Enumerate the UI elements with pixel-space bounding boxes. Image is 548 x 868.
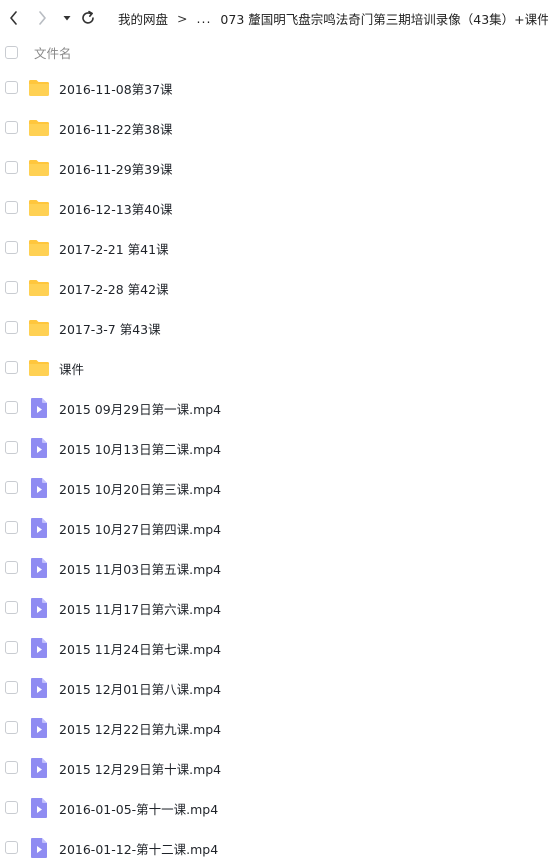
file-row[interactable]: 2016-11-29第39课 (0, 148, 548, 188)
video-file-icon (28, 597, 50, 619)
file-name[interactable]: 2016-11-22第38课 (59, 119, 173, 138)
file-row[interactable]: 2015 12月29日第十课.mp4 (0, 748, 548, 788)
row-checkbox[interactable] (5, 561, 18, 574)
row-checkbox[interactable] (5, 801, 18, 814)
file-row[interactable]: 2017-3-7 第43课 (0, 308, 548, 348)
folder-icon (28, 277, 50, 299)
name-column-header[interactable]: 文件名 (34, 43, 72, 62)
file-row[interactable]: 2017-2-21 第41课 (0, 228, 548, 268)
file-row[interactable]: 2017-2-28 第42课 (0, 268, 548, 308)
row-checkbox[interactable] (5, 681, 18, 694)
folder-icon (28, 77, 50, 99)
file-name[interactable]: 2016-01-05-第十一课.mp4 (59, 799, 218, 818)
row-checkbox[interactable] (5, 721, 18, 734)
chevron-right-icon (39, 11, 46, 25)
refresh-button[interactable] (78, 8, 98, 28)
breadcrumb-current[interactable]: 073 釐国明飞盘宗鸣法奇门第三期培训录像（43集）+课件 (220, 9, 548, 28)
file-name[interactable]: 2017-3-7 第43课 (59, 319, 161, 338)
file-name[interactable]: 2015 12月01日第八课.mp4 (59, 679, 221, 698)
back-button[interactable] (4, 8, 24, 28)
row-checkbox[interactable] (5, 401, 18, 414)
row-checkbox[interactable] (5, 521, 18, 534)
video-file-icon (28, 397, 50, 419)
chevron-left-icon (10, 11, 17, 25)
video-file-icon (28, 517, 50, 539)
file-row[interactable]: 2015 09月29日第一课.mp4 (0, 388, 548, 428)
file-name[interactable]: 2015 09月29日第一课.mp4 (59, 399, 221, 418)
file-name[interactable]: 2016-11-29第39课 (59, 159, 173, 178)
folder-icon (28, 117, 50, 139)
row-checkbox[interactable] (5, 321, 18, 334)
video-file-icon (28, 717, 50, 739)
file-name[interactable]: 课件 (59, 359, 84, 378)
file-name[interactable]: 2016-12-13第40课 (59, 199, 173, 218)
file-row[interactable]: 2015 10月13日第二课.mp4 (0, 428, 548, 468)
breadcrumb-separator: > (177, 10, 188, 26)
file-row[interactable]: 2015 11月17日第六课.mp4 (0, 588, 548, 628)
file-row[interactable]: 2015 11月24日第七课.mp4 (0, 628, 548, 668)
file-row[interactable]: 2016-01-05-第十一课.mp4 (0, 788, 548, 828)
video-file-icon (28, 757, 50, 779)
file-row[interactable]: 2015 12月22日第九课.mp4 (0, 708, 548, 748)
file-name[interactable]: 2015 11月03日第五课.mp4 (59, 559, 221, 578)
file-row[interactable]: 2016-01-12-第十二课.mp4 (0, 828, 548, 868)
video-file-icon (28, 477, 50, 499)
file-name[interactable]: 2015 12月29日第十课.mp4 (59, 759, 221, 778)
file-name[interactable]: 2015 10月20日第三课.mp4 (59, 479, 221, 498)
video-file-icon (28, 637, 50, 659)
row-checkbox[interactable] (5, 481, 18, 494)
caret-down-icon (63, 16, 71, 21)
row-checkbox[interactable] (5, 281, 18, 294)
file-name[interactable]: 2017-2-28 第42课 (59, 279, 169, 298)
file-name[interactable]: 2015 11月17日第六课.mp4 (59, 599, 221, 618)
folder-icon (28, 197, 50, 219)
file-name[interactable]: 2017-2-21 第41课 (59, 239, 169, 258)
folder-icon (28, 237, 50, 259)
breadcrumb-ellipsis[interactable]: ... (197, 11, 212, 26)
file-name[interactable]: 2015 10月27日第四课.mp4 (59, 519, 221, 538)
breadcrumb-root[interactable]: 我的网盘 (118, 9, 168, 28)
forward-button[interactable] (32, 8, 52, 28)
folder-icon (28, 317, 50, 339)
toolbar: 我的网盘 > ... 073 釐国明飞盘宗鸣法奇门第三期培训录像（43集）+课件… (0, 0, 548, 36)
file-name[interactable]: 2016-01-12-第十二课.mp4 (59, 839, 218, 858)
file-name[interactable]: 2015 10月13日第二课.mp4 (59, 439, 221, 458)
row-checkbox[interactable] (5, 841, 18, 854)
breadcrumb: 我的网盘 > ... 073 釐国明飞盘宗鸣法奇门第三期培训录像（43集）+课件… (118, 0, 548, 36)
file-row[interactable]: 2015 12月01日第八课.mp4 (0, 668, 548, 708)
file-row[interactable]: 2015 10月27日第四课.mp4 (0, 508, 548, 548)
file-list: 2016-11-08第37课 2016-11-22第38课 2016-11-29第3… (0, 68, 548, 868)
file-name[interactable]: 2015 12月22日第九课.mp4 (59, 719, 221, 738)
file-list-header: 文件名 (0, 36, 548, 68)
row-checkbox[interactable] (5, 161, 18, 174)
video-file-icon (28, 797, 50, 819)
file-row[interactable]: 课件 (0, 348, 548, 388)
file-row[interactable]: 2016-11-22第38课 (0, 108, 548, 148)
file-name[interactable]: 2015 11月24日第七课.mp4 (59, 639, 221, 658)
row-checkbox[interactable] (5, 761, 18, 774)
row-checkbox[interactable] (5, 81, 18, 94)
row-checkbox[interactable] (5, 601, 18, 614)
file-row[interactable]: 2016-11-08第37课 (0, 68, 548, 108)
history-dropdown-button[interactable] (57, 8, 77, 28)
refresh-icon (82, 10, 94, 24)
file-row[interactable]: 2016-12-13第40课 (0, 188, 548, 228)
video-file-icon (28, 437, 50, 459)
video-file-icon (28, 837, 50, 859)
folder-icon (28, 357, 50, 379)
folder-icon (28, 157, 50, 179)
video-file-icon (28, 677, 50, 699)
video-file-icon (28, 557, 50, 579)
file-row[interactable]: 2015 11月03日第五课.mp4 (0, 548, 548, 588)
file-name[interactable]: 2016-11-08第37课 (59, 79, 173, 98)
file-row[interactable]: 2015 10月20日第三课.mp4 (0, 468, 548, 508)
row-checkbox[interactable] (5, 361, 18, 374)
row-checkbox[interactable] (5, 641, 18, 654)
select-all-checkbox[interactable] (5, 46, 18, 59)
row-checkbox[interactable] (5, 441, 18, 454)
row-checkbox[interactable] (5, 201, 18, 214)
row-checkbox[interactable] (5, 241, 18, 254)
row-checkbox[interactable] (5, 121, 18, 134)
